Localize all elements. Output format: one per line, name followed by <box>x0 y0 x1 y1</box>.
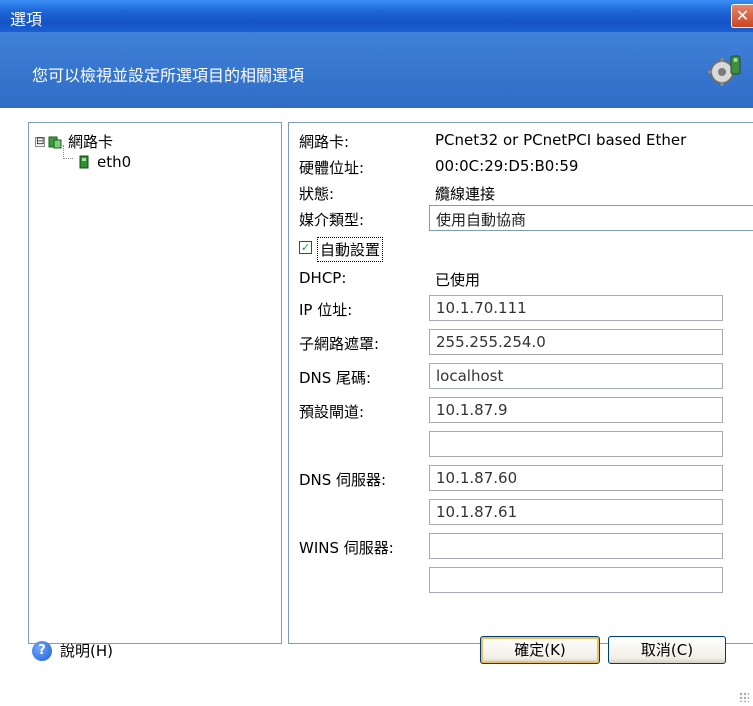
ip-label: IP 位址: <box>299 301 353 319</box>
properties-panel: 網路卡: PCnet32 or PCnetPCI based Ether 硬體位… <box>288 122 753 644</box>
wins-servers-label: WINS 伺服器: <box>299 539 394 557</box>
tree-node-label: eth0 <box>97 153 132 171</box>
subnet-label: 子網路遮罩: <box>299 335 380 353</box>
dhcp-label: DHCP: <box>299 269 347 287</box>
tree-node-label: 網路卡 <box>68 133 114 151</box>
dns-suffix-field[interactable]: localhost <box>429 363 723 389</box>
adapter-value: PCnet32 or PCnetPCI based Ether <box>435 131 687 149</box>
dns-server-field-1[interactable]: 10.1.87.60 <box>429 465 723 491</box>
help-link[interactable]: ? 說明(H) <box>32 640 113 661</box>
dhcp-value: 已使用 <box>435 271 481 289</box>
media-label: 媒介類型: <box>299 211 365 229</box>
dialog-header: 您可以檢視並設定所選項目的相關選項 <box>0 32 753 108</box>
status-value: 纜線連接 <box>435 185 496 203</box>
row-auto-config: ✓ 自動設置 <box>299 235 499 262</box>
gear-settings-icon <box>708 55 741 86</box>
tree-node-eth0[interactable]: eth0 <box>77 153 131 171</box>
ok-button[interactable]: 確定(K) <box>480 636 600 664</box>
adapter-tree[interactable]: ⊟ 網路卡 eth0 <box>28 122 282 644</box>
help-icon: ? <box>32 640 52 661</box>
adapter-label: 網路卡: <box>299 133 350 151</box>
tree-node-network-cards[interactable]: ⊟ 網路卡 <box>35 131 113 152</box>
mac-value: 00:0C:29:D5:B0:59 <box>435 157 579 175</box>
gateway-field-1[interactable]: 10.1.87.9 <box>429 397 723 423</box>
wins-server-field-1[interactable] <box>429 533 723 559</box>
resize-grip[interactable] <box>739 692 749 702</box>
network-adapter-icon <box>79 155 89 169</box>
help-label: 說明(H) <box>60 642 113 660</box>
header-subtitle: 您可以檢視並設定所選項目的相關選項 <box>32 66 305 85</box>
collapse-icon[interactable]: ⊟ <box>35 136 45 147</box>
title-bar: 選項 ✕ <box>0 0 753 32</box>
mac-label: 硬體位址: <box>299 159 365 177</box>
media-type-select[interactable]: 使用自動協商 <box>429 205 753 231</box>
dns-suffix-label: DNS 尾碼: <box>299 369 372 387</box>
subnet-mask-field[interactable]: 255.255.254.0 <box>429 329 723 355</box>
wins-server-field-2[interactable] <box>429 567 723 593</box>
auto-config-checkbox[interactable]: ✓ <box>299 241 312 254</box>
window-title: 選項 <box>10 10 43 29</box>
dns-servers-label: DNS 伺服器: <box>299 471 387 489</box>
gateway-field-2[interactable] <box>429 431 723 457</box>
dialog-body: ⊟ 網路卡 eth0 網路卡: PCnet32 or PCnetPCI base… <box>0 108 753 706</box>
network-icon <box>48 136 62 148</box>
tree-connector <box>63 145 73 159</box>
close-button[interactable]: ✕ <box>731 4 753 28</box>
cancel-button[interactable]: 取消(C) <box>608 636 726 664</box>
dns-server-field-2[interactable]: 10.1.87.61 <box>429 499 723 525</box>
status-label: 狀態: <box>299 185 335 203</box>
gateway-label: 預設閘道: <box>299 403 365 421</box>
auto-config-label[interactable]: 自動設置 <box>317 237 384 262</box>
ip-address-field[interactable]: 10.1.70.111 <box>429 295 723 321</box>
